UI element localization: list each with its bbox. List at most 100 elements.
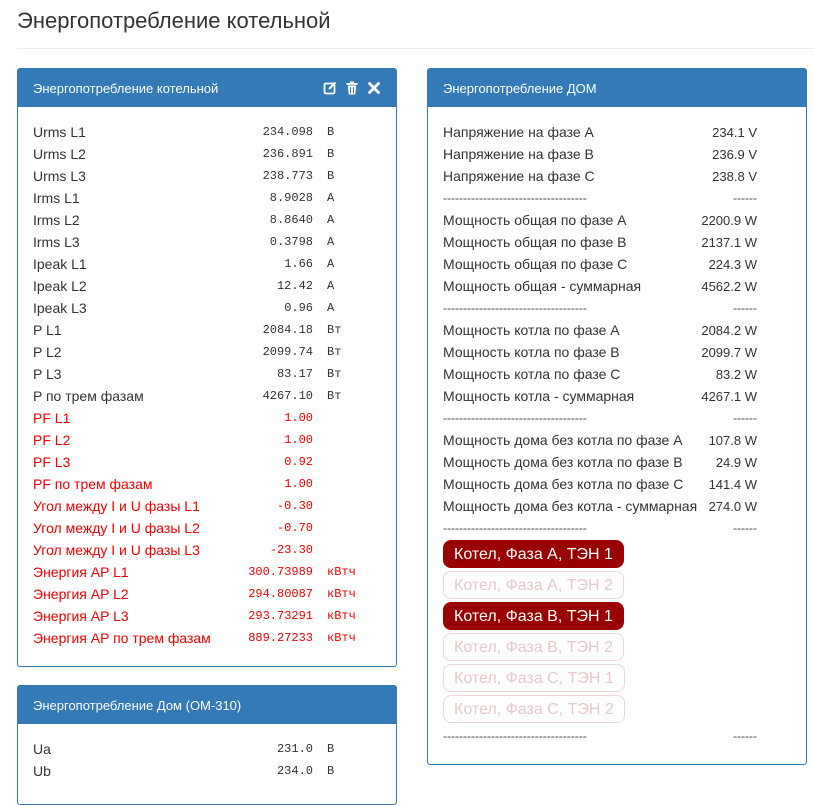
measurement-value: 141.4 W: [708, 476, 757, 492]
reading-label: Энергия AP L2: [33, 586, 129, 602]
heater-toggle-button[interactable]: Котел, Фаза B, ТЭН 1: [443, 602, 624, 630]
reading-unit: А: [327, 191, 335, 205]
reading-value: 8.8640: [269, 213, 313, 227]
reading-value: 4267.10: [262, 389, 313, 403]
reading-row: Энергия AP по трем фазам 889.27233 кВтч: [33, 627, 381, 649]
measurement-value: 4267.1 W: [701, 388, 757, 404]
reading-label: Энергия AP по трем фазам: [33, 630, 211, 646]
reading-unit: А: [327, 279, 335, 293]
reading-row: Irms L2 8.8640 А: [33, 209, 381, 231]
title-divider: [17, 48, 814, 49]
close-icon[interactable]: [367, 81, 381, 95]
reading-value: -0.30: [276, 499, 313, 513]
reading-value: 300.73989: [248, 565, 313, 579]
reading-value: 889.27233: [248, 631, 313, 645]
reading-label: Энергия AP L1: [33, 564, 129, 580]
measurement-row: Мощность дома без котла по фазе B 24.9 W: [443, 451, 757, 473]
measurement-value: 4562.2 W: [701, 278, 757, 294]
reading-label: PF по трем фазам: [33, 476, 153, 492]
heater-toggle-button[interactable]: Котел, Фаза C, ТЭН 1: [443, 664, 625, 692]
measurement-row: Мощность общая - суммарная 4562.2 W: [443, 275, 757, 297]
measurement-label: Мощность общая по фазе A: [443, 212, 627, 228]
separator-row: ------------------------------------ ----…: [443, 517, 757, 539]
reading-label: Ub: [33, 763, 51, 779]
measurement-label: Мощность дома без котла - суммарная: [443, 498, 698, 514]
reading-row: Ua 231.0 В: [33, 738, 381, 760]
reading-value: 0.92: [284, 455, 313, 469]
reading-row: Ub 234.0 В: [33, 760, 381, 782]
reading-row: Urms L3 238.773 В: [33, 165, 381, 187]
home-om310-panel: Энергопотребление Дом (ОМ-310) Ua 231.0 В U…: [17, 685, 397, 805]
reading-value: 231.0: [276, 742, 313, 756]
reading-value: 234.098: [262, 125, 313, 139]
measurement-row: Мощность общая по фазе A 2200.9 W: [443, 209, 757, 231]
reading-row: Ipeak L1 1.66 А: [33, 253, 381, 275]
reading-unit: В: [327, 125, 335, 139]
reading-unit: А: [327, 301, 335, 315]
reading-row: PF L3 0.92: [33, 451, 381, 473]
reading-label: Угол между I и U фазы L3: [33, 542, 200, 558]
measurement-row: Мощность дома без котла по фазе A 107.8 W: [443, 429, 757, 451]
heater-button-row: Котел, Фаза B, ТЭН 1: [443, 601, 757, 632]
measurement-value: 2099.7 W: [701, 344, 757, 360]
boiler-panel-heading: Энергопотребление котельной: [18, 69, 396, 107]
reading-value: 2084.18: [262, 323, 313, 337]
measurement-value: 234.1 V: [712, 124, 757, 140]
measurement-row: Мощность дома без котла по фазе C 141.4 W: [443, 473, 757, 495]
reading-label: Irms L2: [33, 212, 80, 228]
measurement-row: Мощность котла - суммарная 4267.1 W: [443, 385, 757, 407]
panel-tools: [323, 81, 381, 95]
heater-toggle-button[interactable]: Котел, Фаза A, ТЭН 1: [443, 540, 624, 568]
reading-row: PF L2 1.00: [33, 429, 381, 451]
reading-label: Ua: [33, 741, 51, 757]
measurement-row: Мощность дома без котла - суммарная 274.0…: [443, 495, 757, 517]
measurement-label: Мощность котла по фазе C: [443, 366, 621, 382]
home-panel-heading: Энергопотребление ДОМ: [428, 69, 806, 107]
measurement-label: Мощность котла по фазе B: [443, 344, 620, 360]
reading-row: P по трем фазам 4267.10 Вт: [33, 385, 381, 407]
heater-toggle-button[interactable]: Котел, Фаза B, ТЭН 2: [443, 633, 624, 661]
reading-row: PF L1 1.00: [33, 407, 381, 429]
reading-label: P по трем фазам: [33, 388, 144, 404]
reading-row: Энергия AP L3 293.73291 кВтч: [33, 605, 381, 627]
reading-row: Энергия AP L1 300.73989 кВтч: [33, 561, 381, 583]
heater-toggle-button[interactable]: Котел, Фаза A, ТЭН 2: [443, 571, 624, 599]
measurement-label: Напряжение на фазе B: [443, 146, 594, 162]
separator-left: ------------------------------------: [443, 301, 587, 315]
measurement-value: 274.0 W: [708, 498, 757, 514]
reading-value: 8.9028: [269, 191, 313, 205]
trash-icon[interactable]: [345, 81, 359, 95]
reading-unit: кВтч: [327, 587, 356, 601]
heater-button-row: Котел, Фаза B, ТЭН 2: [443, 632, 757, 663]
home-om310-panel-title: Энергопотребление Дом (ОМ-310): [33, 697, 242, 713]
reading-row: Угол между I и U фазы L1 -0.30: [33, 495, 381, 517]
reading-row: Irms L3 0.3798 А: [33, 231, 381, 253]
reading-unit: кВтч: [327, 631, 356, 645]
boiler-panel: Энергопотребление котельной Urms L1 234.0…: [17, 68, 397, 667]
separator-right: ------: [733, 411, 757, 425]
measurement-value: 107.8 W: [708, 432, 757, 448]
reading-row: P L2 2099.74 Вт: [33, 341, 381, 363]
reading-row: Ipeak L2 12.42 А: [33, 275, 381, 297]
measurement-value: 24.9 W: [715, 454, 757, 470]
measurement-label: Мощность дома без котла по фазе B: [443, 454, 683, 470]
reading-value: 238.773: [262, 169, 313, 183]
home-readings: Напряжение на фазе A 234.1 V Напряжение на…: [428, 107, 806, 747]
measurement-row: Мощность котла по фазе B 2099.7 W: [443, 341, 757, 363]
separator-left: ------------------------------------: [443, 411, 587, 425]
separator-right: ------: [733, 301, 757, 315]
measurement-row: Мощность котла по фазе C 83.2 W: [443, 363, 757, 385]
reading-unit: В: [327, 742, 335, 756]
reading-row: PF по трем фазам 1.00: [33, 473, 381, 495]
reading-value: -0.70: [276, 521, 313, 535]
measurement-label: Мощность котла по фазе A: [443, 322, 620, 338]
edit-icon[interactable]: [323, 81, 337, 95]
home-om310-panel-heading: Энергопотребление Дом (ОМ-310): [18, 686, 396, 724]
measurement-label: Мощность дома без котла по фазе A: [443, 432, 683, 448]
heater-toggle-button[interactable]: Котел, Фаза C, ТЭН 2: [443, 695, 625, 723]
home-panel-title: Энергопотребление ДОМ: [443, 80, 597, 96]
reading-unit: В: [327, 147, 335, 161]
reading-value: 236.891: [262, 147, 313, 161]
reading-row: Urms L2 236.891 В: [33, 143, 381, 165]
measurement-label: Мощность котла - суммарная: [443, 388, 635, 404]
